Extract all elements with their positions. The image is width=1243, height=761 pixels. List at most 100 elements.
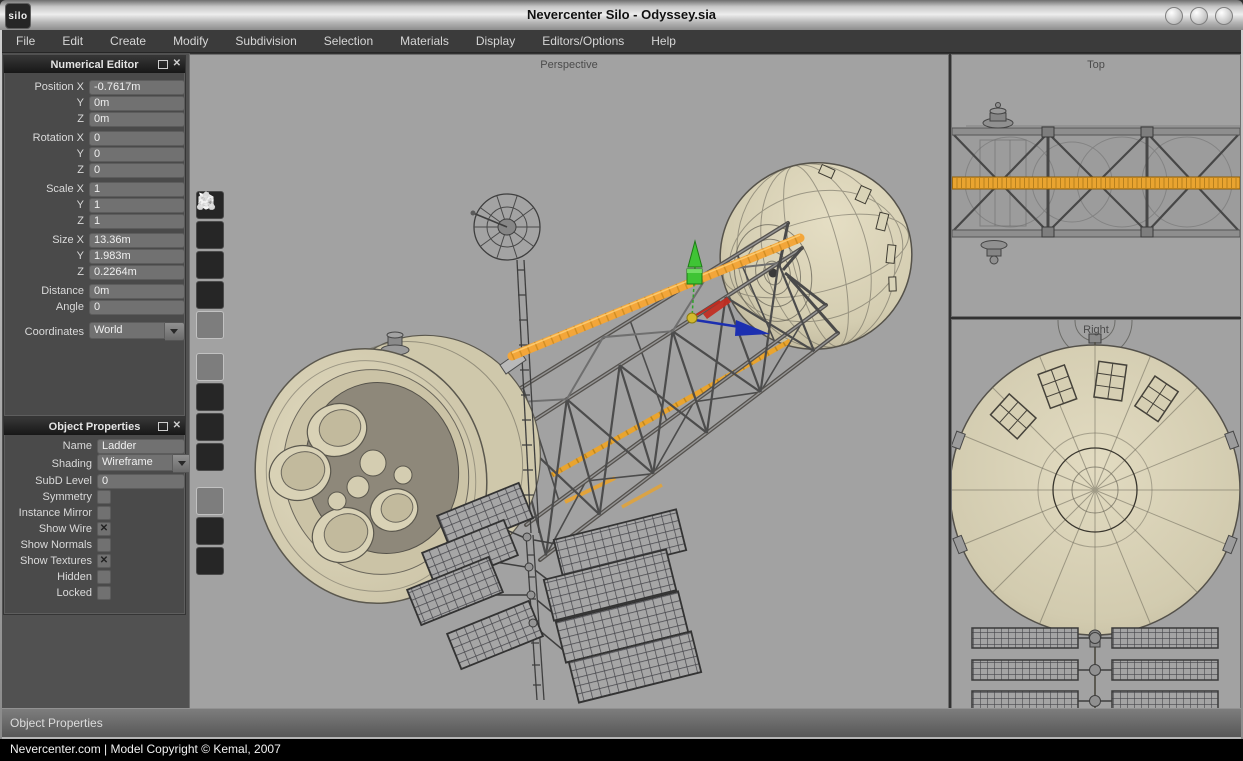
field-label: Angle bbox=[4, 301, 84, 313]
scale-y-field[interactable]: 1 bbox=[89, 198, 185, 213]
panel-close-icon[interactable] bbox=[173, 59, 181, 69]
field-label: Position X bbox=[4, 81, 84, 93]
size-y-field[interactable]: 1.983m bbox=[89, 249, 185, 264]
rotate-tool-button[interactable] bbox=[196, 383, 224, 411]
field-label: Rotation X bbox=[4, 132, 84, 144]
top-viewport[interactable]: Top bbox=[952, 55, 1240, 316]
field-label: Z bbox=[4, 113, 84, 125]
menu-subdivision[interactable]: Subdivision bbox=[235, 34, 296, 48]
right-view-solar-rows bbox=[972, 628, 1218, 708]
size-z-field[interactable]: 0.2264m bbox=[89, 265, 185, 280]
menu-display[interactable]: Display bbox=[476, 34, 515, 48]
field-label: Size X bbox=[4, 234, 84, 246]
perspective-viewport[interactable]: Perspective bbox=[190, 55, 948, 708]
right-viewport[interactable]: Right bbox=[952, 320, 1240, 708]
edge-mode-button[interactable] bbox=[196, 221, 224, 249]
universal-tool-button[interactable] bbox=[196, 443, 224, 471]
field-label: Y bbox=[4, 97, 84, 109]
object-name-field[interactable]: Ladder bbox=[97, 439, 185, 454]
field-label: Shading bbox=[4, 458, 92, 470]
hidden-checkbox[interactable] bbox=[97, 570, 111, 584]
field-label: Coordinates bbox=[4, 326, 84, 338]
size-x-field[interactable]: 13.36m bbox=[89, 233, 185, 248]
position-z-field[interactable]: 0m bbox=[89, 112, 185, 127]
rotation-y-field[interactable]: 0 bbox=[89, 147, 185, 162]
object-properties-title-bar[interactable]: Object Properties bbox=[4, 418, 185, 435]
coordinates-dropdown[interactable]: World bbox=[89, 322, 185, 341]
field-label: Y bbox=[4, 148, 84, 160]
field-label: Show Normals bbox=[4, 539, 92, 551]
numerical-editor-panel: Numerical Editor Position X-0.7617m Y0m … bbox=[3, 55, 186, 417]
soft-select-button[interactable] bbox=[196, 547, 224, 575]
footer-bar: Nevercenter.com | Model Copyright © Kema… bbox=[0, 739, 1243, 761]
field-label: Y bbox=[4, 250, 84, 262]
numerical-editor-title-bar[interactable]: Numerical Editor bbox=[4, 56, 185, 73]
multi-mode-button[interactable] bbox=[196, 311, 224, 339]
symmetry-checkbox[interactable] bbox=[97, 490, 111, 504]
scale-z-field[interactable]: 1 bbox=[89, 214, 185, 229]
field-label: Distance bbox=[4, 285, 84, 297]
shading-dropdown[interactable]: Wireframe bbox=[97, 454, 193, 473]
menu-modify[interactable]: Modify bbox=[173, 34, 208, 48]
left-panel-column: Numerical Editor Position X-0.7617m Y0m … bbox=[0, 53, 190, 708]
panel-maximize-icon[interactable] bbox=[158, 422, 168, 431]
chevron-down-icon bbox=[178, 461, 186, 466]
show-normals-checkbox[interactable] bbox=[97, 538, 111, 552]
field-label: Hidden bbox=[4, 571, 92, 583]
menu-edit[interactable]: Edit bbox=[62, 34, 83, 48]
rotation-z-field[interactable]: 0 bbox=[89, 163, 185, 178]
panel-maximize-icon[interactable] bbox=[158, 60, 168, 69]
field-label: Y bbox=[4, 199, 84, 211]
instance-mirror-checkbox[interactable] bbox=[97, 506, 111, 520]
app-window: silo Nevercenter Silo - Odyssey.sia File… bbox=[0, 0, 1243, 761]
field-label: SubD Level bbox=[4, 475, 92, 487]
window-title: Nevercenter Silo - Odyssey.sia bbox=[0, 0, 1243, 30]
menu-materials[interactable]: Materials bbox=[400, 34, 449, 48]
spacecraft-3d-model bbox=[190, 55, 948, 708]
workspace: Numerical Editor Position X-0.7617m Y0m … bbox=[0, 53, 1243, 708]
menu-file[interactable]: File bbox=[16, 34, 35, 48]
antenna-dish bbox=[471, 194, 541, 260]
truss-structure bbox=[490, 223, 838, 560]
lasso-select-button[interactable] bbox=[196, 487, 224, 515]
field-label: Instance Mirror bbox=[4, 507, 92, 519]
menu-editors-options[interactable]: Editors/Options bbox=[542, 34, 624, 48]
viewport-label-right: Right bbox=[952, 324, 1240, 336]
subd-level-field[interactable]: 0 bbox=[97, 474, 185, 489]
distance-field[interactable]: 0m bbox=[89, 284, 185, 299]
shading-value: Wireframe bbox=[97, 454, 173, 471]
face-mode-button[interactable] bbox=[196, 251, 224, 279]
field-label: Show Textures bbox=[4, 555, 92, 567]
field-label: Symmetry bbox=[4, 491, 92, 503]
window-close-button[interactable] bbox=[1215, 7, 1233, 25]
status-bar: Object Properties bbox=[0, 708, 1243, 738]
soft-select-icon bbox=[196, 191, 216, 211]
object-mode-button[interactable] bbox=[196, 281, 224, 309]
angle-field[interactable]: 0 bbox=[89, 300, 185, 315]
dropdown-button[interactable] bbox=[165, 322, 185, 341]
window-maximize-button[interactable] bbox=[1190, 7, 1208, 25]
rect-select-button[interactable] bbox=[196, 517, 224, 545]
top-view-model bbox=[952, 55, 1240, 316]
scale-tool-button[interactable] bbox=[196, 413, 224, 441]
footer-text: Nevercenter.com | Model Copyright © Kema… bbox=[10, 739, 281, 760]
status-text: Object Properties bbox=[10, 709, 103, 738]
top-view-ladder bbox=[952, 177, 1240, 189]
position-x-field[interactable]: -0.7617m bbox=[89, 80, 185, 95]
panel-close-icon[interactable] bbox=[173, 421, 181, 431]
scale-x-field[interactable]: 1 bbox=[89, 182, 185, 197]
show-textures-checkbox[interactable] bbox=[97, 554, 111, 568]
move-tool-button[interactable] bbox=[196, 353, 224, 381]
position-y-field[interactable]: 0m bbox=[89, 96, 185, 111]
locked-checkbox[interactable] bbox=[97, 586, 111, 600]
menu-create[interactable]: Create bbox=[110, 34, 146, 48]
field-label: Name bbox=[4, 440, 92, 452]
menu-selection[interactable]: Selection bbox=[324, 34, 373, 48]
window-left-edge bbox=[0, 30, 2, 739]
window-minimize-button[interactable] bbox=[1165, 7, 1183, 25]
title-bar[interactable]: silo Nevercenter Silo - Odyssey.sia bbox=[0, 0, 1243, 30]
object-properties-panel: Object Properties Name Ladder Shading Wir… bbox=[3, 417, 186, 615]
menu-help[interactable]: Help bbox=[651, 34, 676, 48]
show-wire-checkbox[interactable] bbox=[97, 522, 111, 536]
rotation-x-field[interactable]: 0 bbox=[89, 131, 185, 146]
